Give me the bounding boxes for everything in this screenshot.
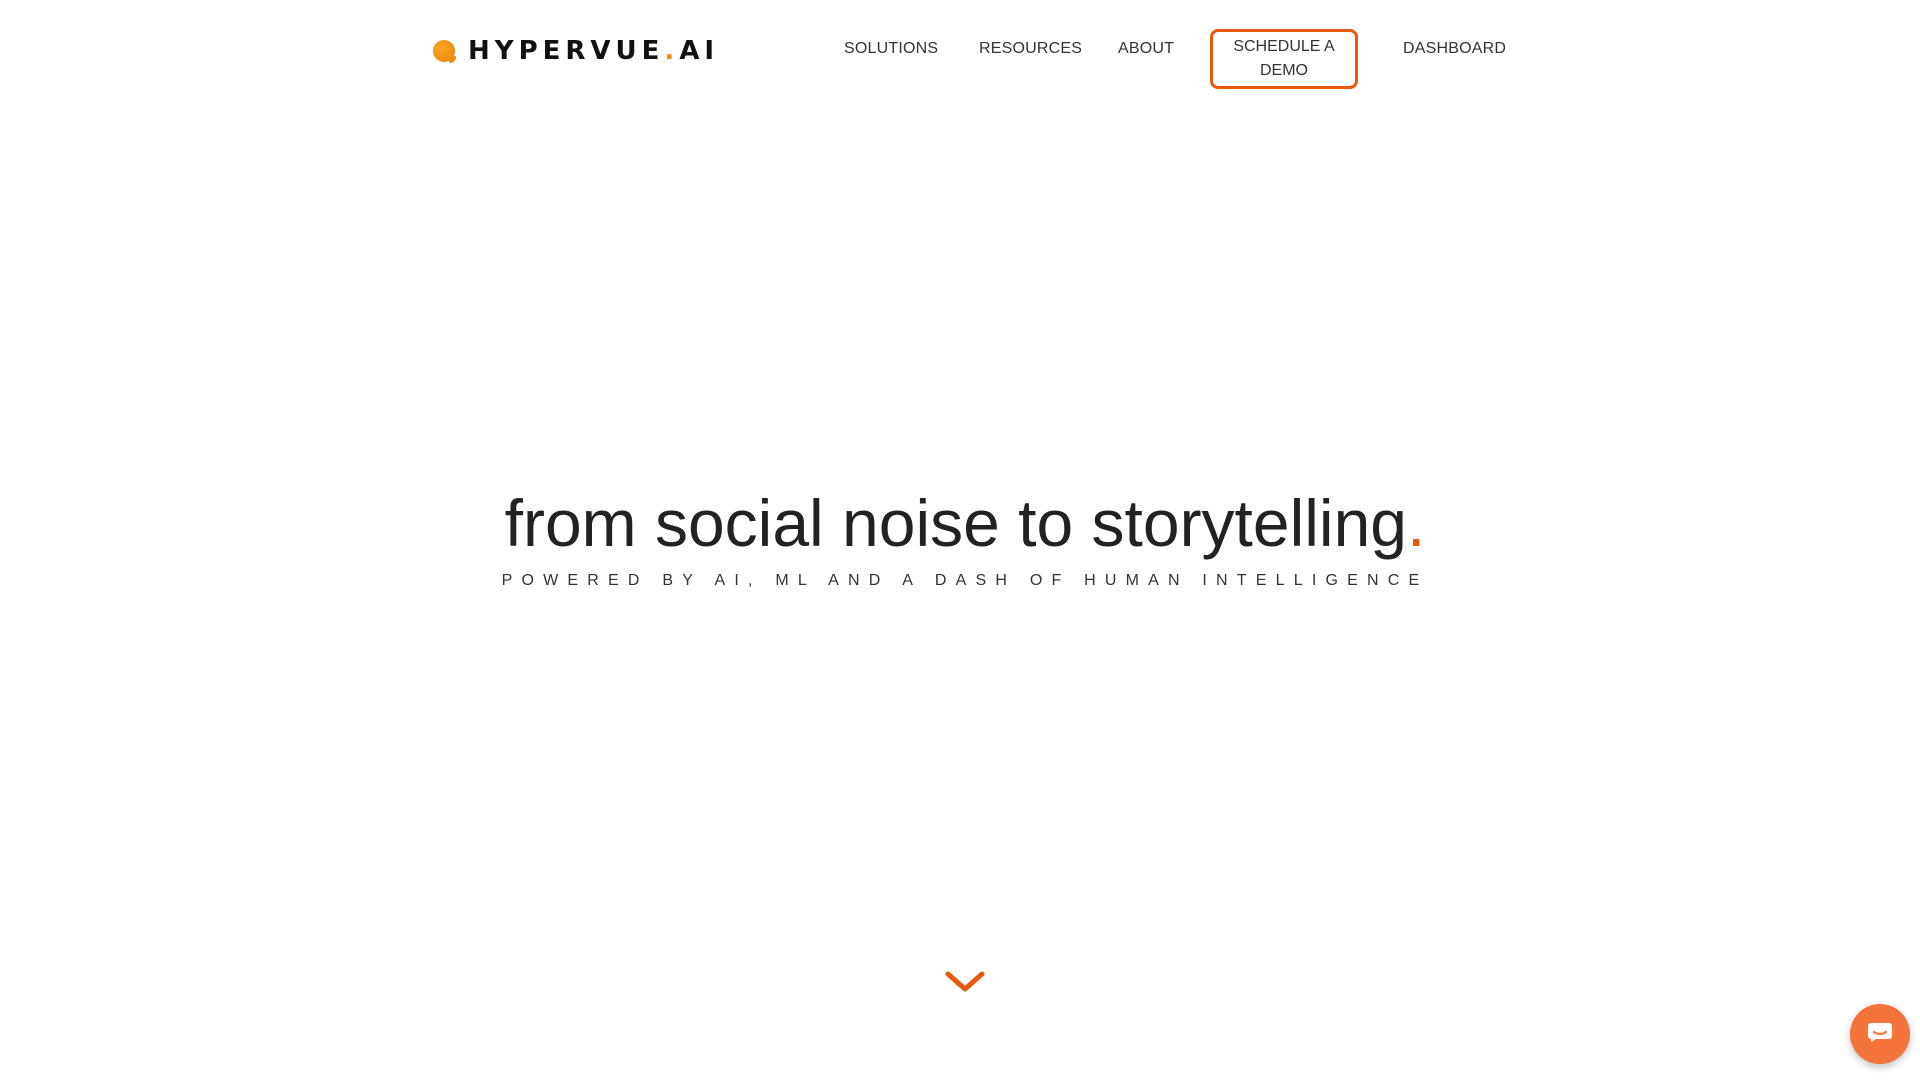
hero-title-text: from social noise to storytelling (504, 486, 1408, 560)
nav-about[interactable]: ABOUT (1118, 40, 1174, 58)
hero-subtitle: POWERED BY AI, ML AND A DASH OF HUMAN IN… (501, 572, 1429, 589)
nav-dashboard[interactable]: DASHBOARD (1403, 40, 1506, 58)
nav-solutions[interactable]: SOLUTIONS (844, 40, 938, 58)
schedule-demo-button[interactable]: SCHEDULE A DEMO (1210, 29, 1358, 89)
logo-name-main: HYPERVUE (468, 36, 665, 66)
nav-resources[interactable]: RESOURCES (979, 40, 1082, 58)
chat-launcher-button[interactable] (1850, 1004, 1910, 1064)
chevron-down-icon[interactable] (945, 970, 985, 994)
logo-mark-icon (433, 40, 456, 63)
chat-icon (1867, 1021, 1893, 1048)
page: HYPERVUE.AI SOLUTIONS RESOURCES ABOUT SC… (0, 0, 1920, 1080)
logo-dot: . (664, 36, 680, 66)
logo-link[interactable]: HYPERVUE.AI (433, 36, 719, 66)
site-header: HYPERVUE.AI SOLUTIONS RESOURCES ABOUT SC… (0, 0, 1920, 100)
hero-title-dot: . (1407, 486, 1426, 560)
hero-title: from social noise to storytelling. (0, 478, 1920, 568)
logo-text: HYPERVUE.AI (468, 36, 719, 66)
logo-name-suffix: AI (679, 36, 720, 66)
schedule-demo-label: SCHEDULE A DEMO (1233, 38, 1335, 79)
